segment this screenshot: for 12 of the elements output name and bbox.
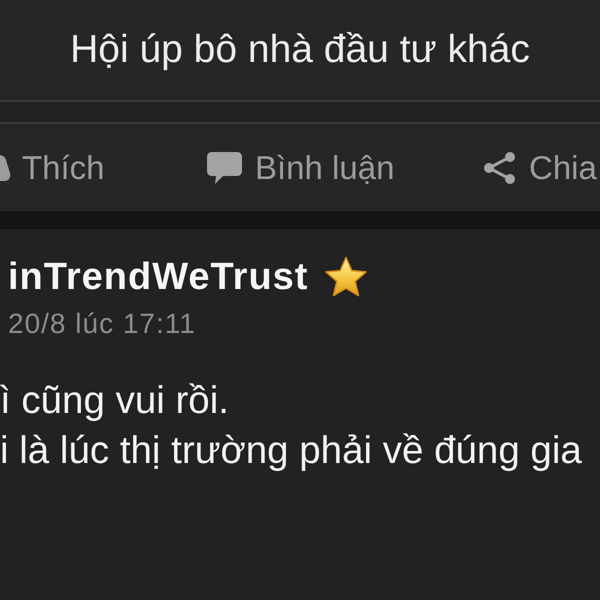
post-text-line: ì cũng vui rồi.: [0, 378, 230, 424]
post-time: 20/8 lúc 17:11: [7, 306, 197, 340]
post-text-line: i là lúc thị trường phải về đúng gia: [0, 428, 583, 474]
group-title: Hội úp bô nhà đầu tư khác: [70, 26, 530, 73]
author-name[interactable]: inTrendWeTrust: [8, 255, 308, 301]
share-button[interactable]: Chia: [483, 142, 600, 192]
comment-button[interactable]: Bình luận: [206, 142, 483, 192]
star-icon: [324, 256, 368, 300]
thumbs-up-icon: [0, 152, 11, 182]
like-button[interactable]: Thích: [0, 142, 206, 192]
speech-bubble-icon: [206, 150, 243, 184]
share-icon: [483, 150, 516, 184]
